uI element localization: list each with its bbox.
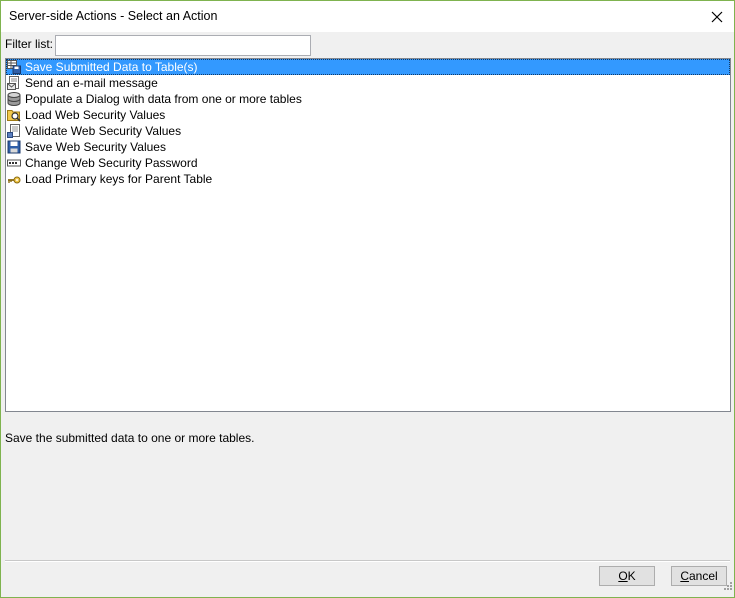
action-item-label: Save Web Security Values <box>25 140 166 154</box>
filter-label: Filter list: <box>5 37 53 51</box>
action-item-label: Populate a Dialog with data from one or … <box>25 92 302 106</box>
action-item-change-password[interactable]: Change Web Security Password <box>6 155 730 171</box>
key-icon <box>7 172 21 186</box>
folder-magnifier-icon <box>7 108 21 122</box>
ok-label-rest: K <box>627 569 636 583</box>
action-item-populate-dialog[interactable]: Populate a Dialog with data from one or … <box>6 91 730 107</box>
database-icon <box>7 92 21 106</box>
action-item-send-email[interactable]: Send an e-mail message <box>6 75 730 91</box>
footer-separator <box>5 560 730 562</box>
action-item-label: Send an e-mail message <box>25 76 158 90</box>
action-item-validate-web-security[interactable]: Validate Web Security Values <box>6 123 730 139</box>
action-item-load-primary-keys[interactable]: Load Primary keys for Parent Table <box>6 171 730 187</box>
action-item-label: Validate Web Security Values <box>25 124 182 138</box>
password-field-icon <box>7 156 21 170</box>
document-check-icon <box>7 124 21 138</box>
ok-button[interactable]: OK <box>599 566 655 586</box>
title-bar[interactable]: Server-side Actions - Select an Action <box>1 1 734 32</box>
floppy-disk-icon <box>7 140 21 154</box>
action-list[interactable]: Save Submitted Data to Table(s) Send an … <box>5 58 731 412</box>
close-icon <box>711 11 723 22</box>
action-item-label: Load Primary keys for Parent Table <box>25 172 213 186</box>
action-description: Save the submitted data to one or more t… <box>5 431 255 445</box>
action-item-save-web-security[interactable]: Save Web Security Values <box>6 139 730 155</box>
resize-grip-icon[interactable] <box>722 581 732 595</box>
dialog-window: Server-side Actions - Select an Action F… <box>0 0 735 598</box>
window-title: Server-side Actions - Select an Action <box>9 9 218 23</box>
action-item-label: Load Web Security Values <box>25 108 166 122</box>
filter-input[interactable] <box>55 35 311 56</box>
cancel-label-rest: ancel <box>688 569 718 583</box>
action-item-save-submitted-data[interactable]: Save Submitted Data to Table(s) <box>6 59 730 75</box>
ok-mnemonic: O <box>618 569 628 583</box>
cancel-mnemonic: C <box>680 569 689 583</box>
close-button[interactable] <box>700 1 734 32</box>
email-icon <box>7 76 21 90</box>
save-table-icon <box>7 60 21 74</box>
action-item-load-web-security[interactable]: Load Web Security Values <box>6 107 730 123</box>
action-item-label: Save Submitted Data to Table(s) <box>25 60 198 74</box>
action-item-label: Change Web Security Password <box>25 156 198 170</box>
cancel-button[interactable]: Cancel <box>671 566 727 586</box>
